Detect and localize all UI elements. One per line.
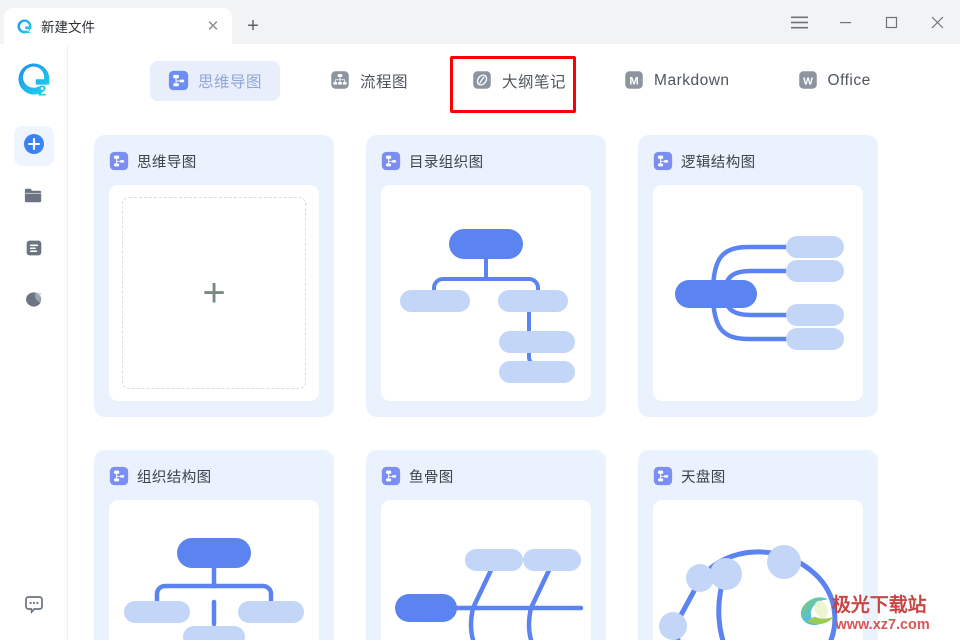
card-title: 鱼骨图 (409, 466, 454, 487)
template-card-catalog-org[interactable]: 目录组织图 (366, 135, 606, 417)
document-type-tabbar: 思维导图 流程图 (68, 44, 960, 117)
title-bar: 2 新建文件 ✕ + (0, 0, 960, 44)
close-window-button[interactable] (914, 0, 960, 44)
template-card-mindmap[interactable]: 思维导图 + (94, 135, 334, 417)
sidebar-item-my-files[interactable] (14, 178, 54, 218)
tab-mindmap[interactable]: 思维导图 (150, 61, 280, 101)
browser-tab-strip: 2 新建文件 ✕ + (0, 0, 268, 44)
tab-outline-note-label: 大纲笔记 (502, 70, 566, 92)
folder-icon (22, 184, 45, 212)
mindmap-card-icon (109, 466, 129, 486)
card-title: 组织结构图 (137, 466, 212, 487)
svg-text:2: 2 (38, 83, 46, 100)
mindmap-card-icon (653, 466, 673, 486)
card-header: 天盘图 (653, 463, 863, 489)
tab-markdown[interactable]: M Markdown (606, 61, 748, 101)
document-tab-title: 新建文件 (41, 16, 194, 36)
org-structure-illustration (109, 500, 319, 640)
sidebar-item-new-file[interactable] (14, 126, 54, 166)
window-controls (776, 0, 960, 44)
document-lines-icon (23, 237, 45, 264)
fishbone-illustration (381, 500, 591, 640)
outline-note-icon (472, 70, 493, 91)
card-preview-radial-map[interactable] (653, 500, 863, 640)
template-card-org-structure[interactable]: 组织结构图 (94, 450, 334, 640)
mindmap-card-icon (381, 466, 401, 486)
catalog-org-illustration (381, 185, 591, 401)
flowchart-icon (330, 70, 351, 91)
tab-mindmap-label: 思维导图 (198, 70, 262, 92)
shape-icon (22, 288, 45, 316)
card-title: 天盘图 (681, 466, 726, 487)
mindmap-icon (168, 70, 189, 91)
svg-text:2: 2 (27, 28, 31, 35)
template-card-fishbone[interactable]: 鱼骨图 (366, 450, 606, 640)
radial-map-illustration (653, 500, 863, 640)
sidebar-item-feedback[interactable] (22, 593, 46, 622)
tab-office-label: Office (828, 72, 871, 90)
card-preview-org-structure[interactable] (109, 500, 319, 640)
sidebar-item-documents[interactable] (14, 230, 54, 270)
card-preview-new-blank[interactable]: + (109, 185, 319, 401)
sidebar-item-templates[interactable] (14, 282, 54, 322)
markdown-m-icon: M (624, 70, 645, 91)
left-sidebar: 2 (0, 44, 68, 640)
card-title: 逻辑结构图 (681, 151, 756, 172)
card-header: 逻辑结构图 (653, 148, 863, 174)
new-tab-button[interactable]: + (238, 11, 268, 41)
card-title: 思维导图 (137, 151, 197, 172)
card-header: 组织结构图 (109, 463, 319, 489)
sidebar-app-logo-icon: 2 (14, 60, 54, 100)
minimize-button[interactable] (822, 0, 868, 44)
card-header: 思维导图 (109, 148, 319, 174)
card-title: 目录组织图 (409, 151, 484, 172)
svg-text:W: W (803, 76, 813, 87)
sidebar-item-list (14, 126, 54, 322)
hamburger-menu-icon[interactable] (776, 0, 822, 44)
mindmap-card-icon (109, 151, 129, 171)
document-tab[interactable]: 2 新建文件 ✕ (4, 8, 232, 44)
app-logo-q2-icon: 2 (16, 18, 33, 35)
tab-flowchart[interactable]: 流程图 (312, 61, 426, 101)
maximize-button[interactable] (868, 0, 914, 44)
mindmap-card-icon (653, 151, 673, 171)
template-grid: 思维导图 + 目录组织图 (68, 117, 960, 640)
tab-outline-note[interactable]: 大纲笔记 (454, 61, 584, 101)
card-preview-fishbone[interactable] (381, 500, 591, 640)
tab-markdown-label: Markdown (654, 72, 730, 90)
svg-text:M: M (629, 76, 638, 88)
card-header: 鱼骨图 (381, 463, 591, 489)
template-card-radial-map[interactable]: 天盘图 (638, 450, 878, 640)
office-w-icon: W (798, 70, 819, 91)
main-content: 思维导图 流程图 (68, 44, 960, 640)
card-header: 目录组织图 (381, 148, 591, 174)
template-card-logic-structure[interactable]: 逻辑结构图 (638, 135, 878, 417)
tab-flowchart-label: 流程图 (360, 70, 408, 92)
plus-circle-icon (22, 132, 46, 161)
card-preview-logic-structure[interactable] (653, 185, 863, 401)
logic-structure-illustration (653, 185, 863, 401)
card-preview-catalog-org[interactable] (381, 185, 591, 401)
tab-office[interactable]: W Office (780, 61, 889, 101)
close-tab-button[interactable]: ✕ (202, 15, 224, 37)
create-new-dropzone[interactable]: + (122, 197, 306, 389)
chat-bubble-icon (22, 604, 46, 621)
plus-icon: + (202, 273, 225, 313)
mindmap-card-icon (381, 151, 401, 171)
